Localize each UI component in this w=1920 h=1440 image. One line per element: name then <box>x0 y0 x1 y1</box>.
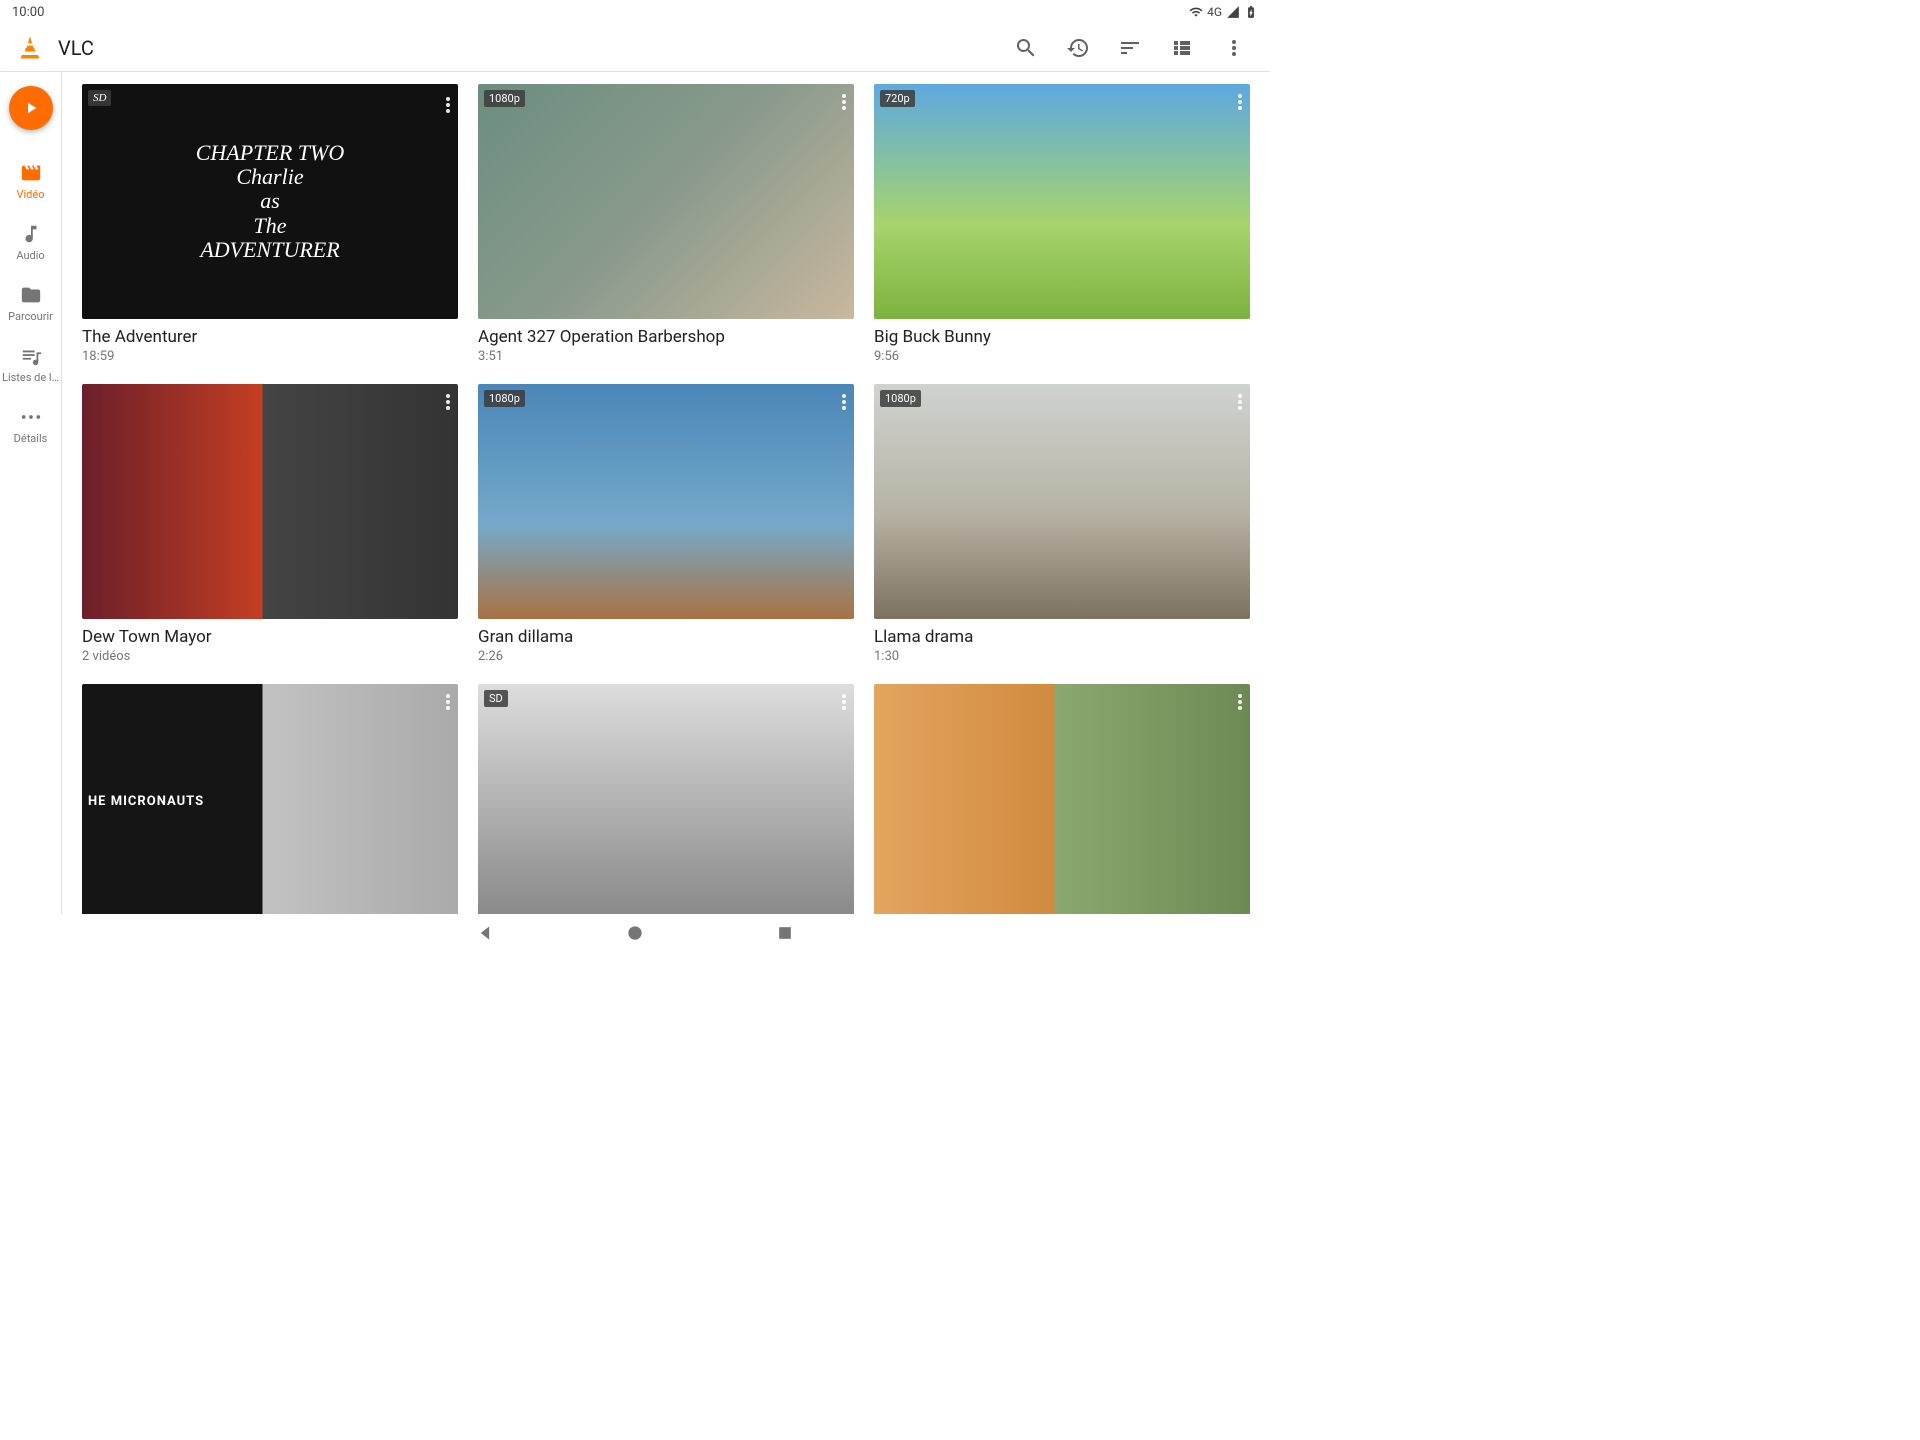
nav-video[interactable]: Vidéo <box>0 162 62 201</box>
status-time: 10:00 <box>12 5 44 20</box>
recent-button[interactable] <box>775 923 795 943</box>
nav-more[interactable]: Détails <box>0 406 62 445</box>
video-thumbnail[interactable]: SD <box>478 684 854 914</box>
more-vert-icon[interactable] <box>1222 36 1246 60</box>
history-icon[interactable] <box>1066 36 1090 60</box>
wifi-icon <box>1189 5 1203 19</box>
status-right: 4G <box>1189 5 1258 19</box>
resolution-badge: SD <box>484 690 508 707</box>
video-title: Big Buck Bunny <box>874 327 1250 347</box>
video-title: Dew Town Mayor <box>82 627 458 647</box>
play-icon <box>22 99 40 117</box>
nav-more-label: Détails <box>2 432 60 445</box>
card-more-icon[interactable] <box>838 390 850 418</box>
playlist-icon <box>20 345 42 367</box>
video-title: Agent 327 Operation Barbershop <box>478 327 854 347</box>
card-more-icon[interactable] <box>838 90 850 118</box>
resolution-badge: 720p <box>880 90 915 107</box>
video-card[interactable]: 1080p Gran dillama 2:26 <box>478 384 854 664</box>
video-thumbnail[interactable] <box>874 684 1250 914</box>
video-subtitle: 2 vidéos <box>82 649 458 664</box>
nav-browse[interactable]: Parcourir <box>0 284 62 323</box>
video-card[interactable]: 1080p Llama drama 1:30 <box>874 384 1250 664</box>
video-grid-container: CHAPTER TWO Charlie as The ADVENTURERSD T… <box>62 72 1270 914</box>
video-card[interactable] <box>874 684 1250 914</box>
view-list-icon[interactable] <box>1170 36 1194 60</box>
audio-icon <box>20 223 42 245</box>
back-button[interactable] <box>475 923 495 943</box>
home-button[interactable] <box>625 923 645 943</box>
card-more-icon[interactable] <box>1234 690 1246 718</box>
nav-audio[interactable]: Audio <box>0 223 62 262</box>
card-more-icon[interactable] <box>838 690 850 718</box>
video-thumbnail[interactable]: HE MICRONAUTS <box>82 684 458 914</box>
vlc-logo-icon <box>16 34 44 62</box>
resolution-badge: 1080p <box>484 90 525 107</box>
video-title: Gran dillama <box>478 627 854 647</box>
video-thumbnail[interactable]: 720p <box>874 84 1250 319</box>
card-more-icon[interactable] <box>1234 390 1246 418</box>
play-fab[interactable] <box>9 86 53 130</box>
video-card[interactable]: 720p Big Buck Bunny 9:56 <box>874 84 1250 364</box>
video-thumbnail[interactable]: CHAPTER TWO Charlie as The ADVENTURERSD <box>82 84 458 319</box>
video-subtitle: 9:56 <box>874 349 1250 364</box>
video-card[interactable]: Dew Town Mayor 2 vidéos <box>82 384 458 664</box>
video-thumbnail[interactable] <box>82 384 458 619</box>
folder-icon <box>20 284 42 306</box>
video-thumbnail[interactable]: 1080p <box>478 384 854 619</box>
sidebar: Vidéo Audio Parcourir Listes de l… Détai… <box>0 72 62 914</box>
video-card[interactable]: 1080p Agent 327 Operation Barbershop 3:51 <box>478 84 854 364</box>
system-nav-bar <box>0 914 1270 952</box>
video-title: The Adventurer <box>82 327 458 347</box>
video-card[interactable]: CHAPTER TWO Charlie as The ADVENTURERSD T… <box>82 84 458 364</box>
nav-audio-label: Audio <box>2 249 60 262</box>
toolbar-actions <box>1014 36 1254 60</box>
resolution-badge: 1080p <box>484 390 525 407</box>
card-more-icon[interactable] <box>1234 90 1246 118</box>
network-label: 4G <box>1207 5 1222 19</box>
search-icon[interactable] <box>1014 36 1038 60</box>
app-bar: VLC <box>0 24 1270 72</box>
signal-icon <box>1226 5 1240 19</box>
video-title: Llama drama <box>874 627 1250 647</box>
resolution-badge: 1080p <box>880 390 921 407</box>
video-thumbnail[interactable]: 1080p <box>478 84 854 319</box>
nav-browse-label: Parcourir <box>2 310 60 323</box>
video-card[interactable]: HE MICRONAUTS <box>82 684 458 914</box>
nav-playlists[interactable]: Listes de l… <box>0 345 62 384</box>
video-subtitle: 2:26 <box>478 649 854 664</box>
nav-playlists-label: Listes de l… <box>2 371 60 384</box>
card-more-icon[interactable] <box>442 690 454 718</box>
app-title: VLC <box>58 36 1014 60</box>
nav-video-label: Vidéo <box>2 188 60 201</box>
card-more-icon[interactable] <box>442 90 454 122</box>
more-horiz-icon <box>20 406 42 428</box>
video-subtitle: 3:51 <box>478 349 854 364</box>
sort-icon[interactable] <box>1118 36 1142 60</box>
video-subtitle: 18:59 <box>82 349 458 364</box>
video-thumbnail[interactable]: 1080p <box>874 384 1250 619</box>
resolution-badge: SD <box>88 90 111 106</box>
video-card[interactable]: SD <box>478 684 854 914</box>
video-subtitle: 1:30 <box>874 649 1250 664</box>
video-icon <box>20 162 42 184</box>
status-bar: 10:00 4G <box>0 0 1270 24</box>
battery-icon <box>1244 5 1258 19</box>
card-more-icon[interactable] <box>442 390 454 418</box>
